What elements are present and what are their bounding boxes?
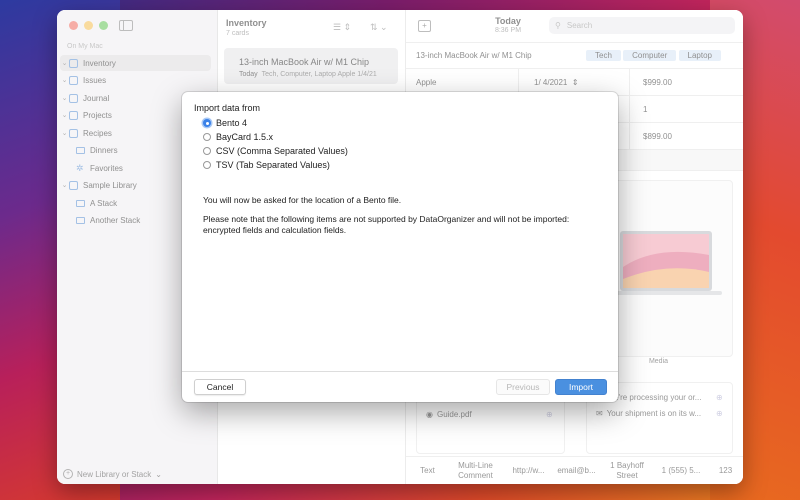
option-bento[interactable]: Bento 4 (203, 118, 247, 128)
option-tsv[interactable]: TSV (Tab Separated Values) (203, 160, 330, 170)
option-label: Bento 4 (216, 118, 248, 128)
option-baycard[interactable]: BayCard 1.5.x (203, 132, 273, 142)
import-button[interactable]: Import (555, 379, 607, 395)
dialog-note: Please note that the following items are… (203, 214, 570, 235)
dialog-footer: Cancel Previous Import (182, 371, 618, 402)
dialog-title: Import data from (194, 103, 261, 113)
dialog-message: You will now be asked for the location o… (203, 195, 402, 205)
option-label: CSV (Comma Separated Values) (216, 146, 348, 156)
option-label: BayCard 1.5.x (216, 132, 274, 142)
radio-button[interactable] (203, 147, 211, 155)
cancel-button[interactable]: Cancel (194, 379, 246, 395)
radio-button[interactable] (203, 133, 211, 141)
radio-button[interactable] (203, 119, 211, 127)
previous-button[interactable]: Previous (496, 379, 550, 395)
option-csv[interactable]: CSV (Comma Separated Values) (203, 146, 348, 156)
option-label: TSV (Tab Separated Values) (216, 160, 330, 170)
import-dialog: Import data from Bento 4 BayCard 1.5.x C… (182, 92, 618, 402)
radio-button[interactable] (203, 161, 211, 169)
